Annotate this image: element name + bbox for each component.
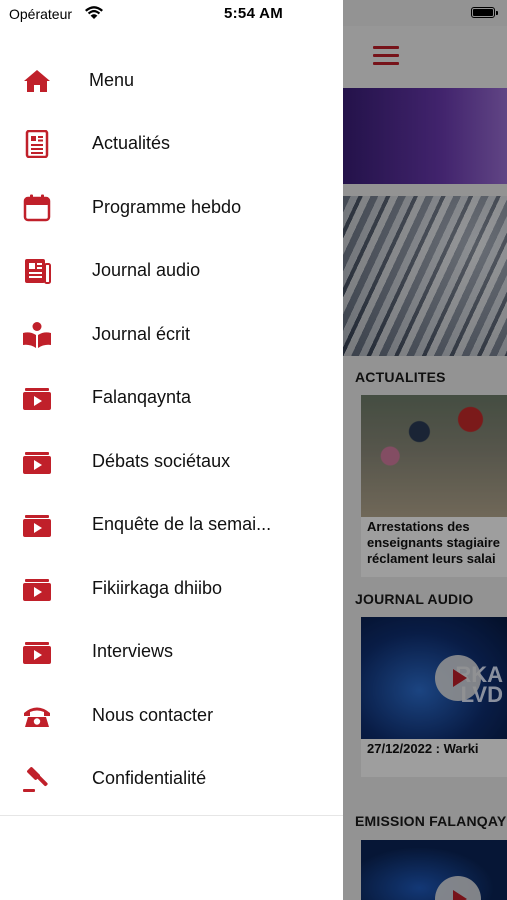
menu-item-actualites[interactable]: Actualités [0,118,343,170]
menu-item-confidentialite[interactable]: Confidentialité [0,753,343,805]
video-icon [23,388,51,410]
wifi-icon [85,6,103,19]
menu-item-label: Enquête de la semai... [92,514,272,534]
status-bar: Opérateur 5:54 AM [0,0,507,28]
video-icon [23,452,51,474]
menu-item-fikiirkaga-dhiibo[interactable]: Fikiirkaga dhiibo [0,563,343,615]
drawer-scrim[interactable] [343,0,507,900]
menu-item-label: Programme hebdo [92,197,242,217]
menu-item-label: Actualités [92,133,171,153]
menu-item-programme-hebdo[interactable]: Programme hebdo [0,182,343,234]
menu-item-label: Interviews [92,641,174,661]
menu-item-label: Fikiirkaga dhiibo [92,578,223,598]
menu-item-falanqaynta[interactable]: Falanqaynta [0,372,343,424]
carrier-label: Opérateur [9,6,73,22]
gavel-icon [23,767,48,792]
news-icon [25,130,49,158]
menu-item-label: Nous contacter [92,705,214,725]
video-icon [23,579,51,601]
menu-item-journal-audio[interactable]: Journal audio [0,245,343,297]
home-icon [24,70,50,92]
menu-item-interviews[interactable]: Interviews [0,626,343,678]
video-icon [23,642,51,664]
menu-item-label: Débats sociétaux [92,451,231,471]
menu-item-label: Menu [89,70,135,90]
menu-item-label: Journal audio [92,260,201,280]
phone-icon [24,707,50,727]
menu-item-journal-ecrit[interactable]: Journal écrit [0,309,343,361]
calendar-icon [23,194,51,222]
menu-item-label: Journal écrit [92,324,191,344]
clock: 5:54 AM [224,5,284,22]
menu-item-menu[interactable]: Menu [0,55,343,107]
menu-item-label: Confidentialité [92,768,207,788]
menu-item-nous-contacter[interactable]: Nous contacter [0,690,343,742]
drawer-divider [0,815,343,816]
menu-item-debats-societaux[interactable]: Débats sociétaux [0,436,343,488]
navigation-drawer: Menu Actualités Programme hebdo Journal … [0,0,343,900]
newspaper-icon [25,259,51,284]
battery-icon [471,7,498,18]
video-icon [23,515,51,537]
menu-item-enquete[interactable]: Enquête de la semai... [0,499,343,551]
menu-item-label: Falanqaynta [92,387,192,407]
reading-icon [23,322,51,348]
